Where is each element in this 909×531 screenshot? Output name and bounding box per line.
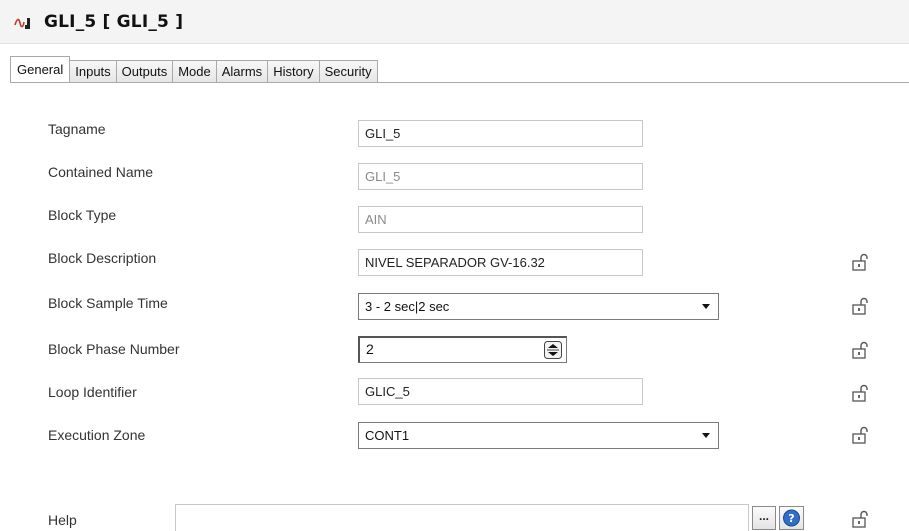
unlock-padlock-icon[interactable] (850, 340, 870, 360)
unlock-padlock-icon[interactable] (850, 425, 870, 445)
block-sample-time-value: 3 - 2 sec|2 sec (365, 299, 450, 314)
tab-history[interactable]: History (268, 60, 320, 83)
tagname-label: Tagname (48, 121, 106, 137)
unlock-padlock-icon[interactable] (850, 296, 870, 316)
tab-bar: General Inputs Outputs Mode Alarms Histo… (10, 56, 378, 83)
svg-text:?: ? (788, 512, 794, 525)
execution-zone-value: CONT1 (365, 428, 410, 443)
window-title: GLI_5 [ GLI_5 ] (44, 12, 184, 32)
execution-zone-select[interactable]: CONT1 (358, 422, 719, 449)
browse-button[interactable]: ... (752, 506, 776, 530)
execution-zone-label: Execution Zone (48, 427, 146, 443)
title-bar: GLI_5 [ GLI_5 ] (0, 0, 909, 44)
block-description-field[interactable]: NIVEL SEPARADOR GV-16.32 (358, 249, 643, 276)
contained-name-label: Contained Name (48, 164, 154, 180)
block-type-field: AIN (358, 206, 643, 233)
unlock-padlock-icon[interactable] (850, 509, 870, 529)
tab-general[interactable]: General (10, 56, 71, 83)
tab-security[interactable]: Security (319, 60, 378, 83)
block-signal-icon (14, 18, 30, 29)
tab-inputs[interactable]: Inputs (70, 60, 117, 83)
chevron-down-icon (702, 304, 710, 309)
tab-mode[interactable]: Mode (173, 60, 217, 83)
loop-identifier-field[interactable]: GLIC_5 (358, 378, 643, 405)
block-phase-number-stepper[interactable]: 2 (358, 336, 567, 363)
tab-outputs[interactable]: Outputs (116, 60, 174, 83)
help-label: Help (48, 512, 77, 528)
unlock-padlock-icon[interactable] (850, 252, 870, 272)
block-phase-number-value: 2 (366, 341, 374, 357)
block-description-label: Block Description (48, 250, 157, 266)
block-type-label: Block Type (48, 207, 117, 223)
block-phase-number-label: Block Phase Number (48, 341, 180, 357)
unlock-padlock-icon[interactable] (850, 383, 870, 403)
contained-name-field: GLI_5 (358, 163, 643, 190)
block-sample-time-select[interactable]: 3 - 2 sec|2 sec (358, 293, 719, 320)
tab-alarms[interactable]: Alarms (216, 60, 269, 83)
chevron-down-icon (702, 433, 710, 438)
block-sample-time-label: Block Sample Time (48, 295, 168, 311)
help-button[interactable]: ? (779, 506, 804, 530)
help-field[interactable] (175, 504, 749, 531)
question-help-icon: ? (783, 509, 800, 527)
loop-identifier-label: Loop Identifier (48, 384, 137, 400)
tab-divider (10, 82, 909, 83)
tagname-field[interactable]: GLI_5 (358, 120, 643, 147)
spin-updown-icon[interactable] (544, 341, 562, 359)
